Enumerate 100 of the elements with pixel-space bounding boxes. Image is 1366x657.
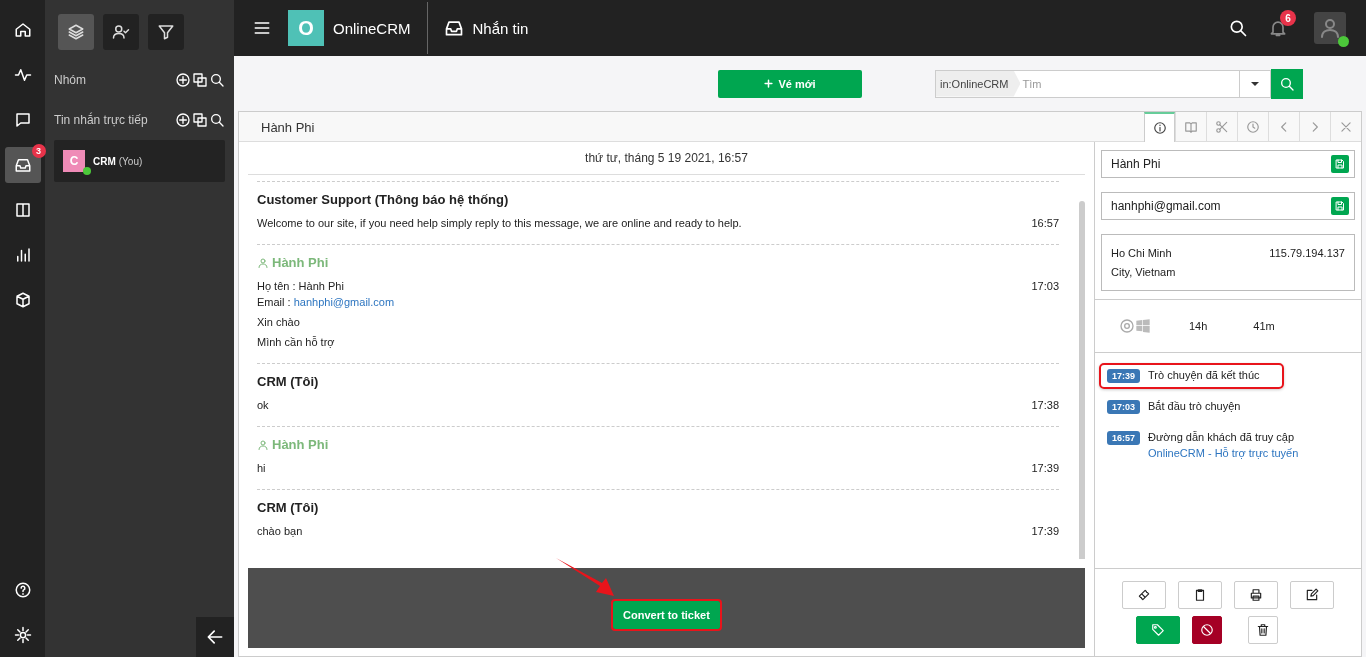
edit-button[interactable]	[1290, 581, 1334, 609]
message-time: 17:03	[1031, 280, 1059, 294]
layers-icon	[67, 23, 85, 41]
email-field[interactable]: hanhphi@gmail.com	[1101, 192, 1355, 220]
tag-icon	[1151, 623, 1165, 637]
user-icon	[1318, 16, 1342, 40]
field-value: Hành Phi	[1111, 157, 1161, 171]
browser-icon	[1119, 318, 1135, 334]
nav-button[interactable]	[4, 147, 41, 183]
message-text: ok	[257, 398, 269, 413]
contact-name: CRM	[93, 155, 116, 167]
clipboard-icon	[1193, 588, 1207, 602]
scissors-icon	[1215, 119, 1229, 134]
columns-icon	[13, 201, 32, 219]
filter-icon	[157, 23, 175, 41]
printer-icon	[1249, 588, 1263, 602]
message-sender: Hành Phi	[272, 437, 329, 452]
event-text: Trò chuyện đã kết thúc	[1148, 368, 1260, 383]
pulse-icon	[13, 66, 32, 84]
message-text: Họ tên : Hành Phi	[257, 279, 345, 294]
add-icon[interactable]	[175, 112, 191, 128]
ban-button[interactable]	[1192, 616, 1222, 644]
save-icon	[1334, 158, 1346, 170]
event-text: Đường dẫn khách đã truy cập	[1148, 430, 1296, 445]
scrollbar[interactable]	[1079, 201, 1085, 559]
sidebar-tab[interactable]	[58, 14, 94, 50]
clipboard-button[interactable]	[1178, 581, 1222, 609]
search-icon	[1279, 75, 1295, 92]
page-title: Nhắn tin	[472, 19, 529, 37]
save-icon	[1334, 200, 1346, 212]
message-sender: Hành Phi	[272, 255, 329, 270]
message-text: chào bạn	[257, 524, 303, 539]
save-button[interactable]	[1331, 155, 1349, 173]
user-icon	[257, 256, 269, 269]
sidebar-tab[interactable]	[103, 14, 139, 50]
settings-icon	[13, 626, 32, 644]
message-text: hi	[257, 461, 266, 476]
save-button[interactable]	[1331, 197, 1349, 215]
trash-button[interactable]	[1248, 616, 1278, 644]
copy-icon[interactable]	[192, 112, 208, 128]
message-time: 17:39	[1031, 525, 1059, 539]
book-icon	[1184, 119, 1198, 134]
event-time: 17:39	[1107, 369, 1141, 383]
message-text: Xin chào	[257, 315, 301, 330]
help-icon	[13, 581, 32, 599]
contact-item[interactable]: C CRM (You)	[54, 140, 225, 182]
contact-avatar: C	[63, 150, 85, 172]
tag-button[interactable]	[1136, 616, 1180, 644]
session-minutes: 41m	[1253, 320, 1275, 332]
home-icon	[13, 21, 32, 39]
search-icon[interactable]	[209, 112, 225, 128]
windows-icon	[1135, 318, 1151, 334]
printer-button[interactable]	[1234, 581, 1278, 609]
section-title: Nhóm	[54, 73, 86, 87]
page-link[interactable]: OnlineCRM - Hỗ trợ trực tuyến	[1148, 445, 1299, 461]
search-bar[interactable]: in:OnlineCRM Tìm	[935, 69, 1271, 98]
copy-icon[interactable]	[192, 72, 208, 88]
ticket-button[interactable]	[1122, 581, 1166, 609]
message-text: Welcome to our site, if you need help simply reply to this message, we are online and ready to help.	[257, 216, 742, 231]
arrow-left-icon	[205, 627, 225, 647]
inbox-icon	[13, 156, 32, 174]
add-icon[interactable]	[175, 72, 191, 88]
section-title: Tin nhắn trực tiếp	[54, 113, 148, 127]
visitor-ip: 115.79.194.137	[1269, 246, 1345, 261]
user-avatar[interactable]	[1314, 12, 1346, 44]
message-text: Mình cần hỗ trợ	[257, 335, 336, 350]
notification-badge: 6	[1280, 10, 1296, 26]
search-scope[interactable]: in:OnlineCRM	[936, 70, 1021, 97]
plus-icon	[764, 79, 774, 88]
app-logo: O	[288, 10, 324, 46]
sidebar-tab[interactable]	[148, 14, 184, 50]
field-value: hanhphi@gmail.com	[1111, 199, 1221, 213]
contact-label: (You)	[118, 155, 143, 167]
search-icon	[1228, 18, 1248, 38]
trash-icon	[1256, 623, 1270, 637]
collapse-button[interactable]	[196, 617, 234, 657]
email-link[interactable]: hanhphi@gmail.com	[293, 296, 395, 308]
cube-icon	[13, 291, 32, 309]
event-text: Bắt đầu trò chuyện	[1148, 399, 1241, 414]
visitor-location: Ho Chi Minh City, Vietnam	[1111, 246, 1177, 280]
details-tab[interactable]	[1144, 112, 1175, 142]
message-time: 16:57	[1031, 217, 1059, 231]
ticket-icon	[1137, 588, 1151, 602]
message-text: Email : hanhphi@gmail.com	[257, 295, 395, 310]
user-check-icon	[112, 23, 130, 41]
conversation-tab[interactable]: Hành Phi	[239, 112, 337, 141]
message-sender: CRM (Tôi)	[257, 500, 319, 515]
ban-icon	[1200, 623, 1214, 637]
edit-icon	[1305, 588, 1319, 602]
search-button[interactable]	[1228, 18, 1248, 38]
info-icon	[1152, 121, 1167, 135]
name-field[interactable]: Hành Phi	[1101, 150, 1355, 178]
event-time: 17:03	[1107, 400, 1141, 414]
app-name: OnlineCRM	[333, 19, 411, 37]
clock-icon	[1246, 119, 1260, 134]
search-icon[interactable]	[209, 72, 225, 88]
close-icon	[1339, 119, 1353, 134]
message-sender: Customer Support (Thông báo hệ thống)	[257, 192, 509, 207]
inbox-icon	[443, 18, 464, 38]
chat-icon	[13, 111, 32, 129]
